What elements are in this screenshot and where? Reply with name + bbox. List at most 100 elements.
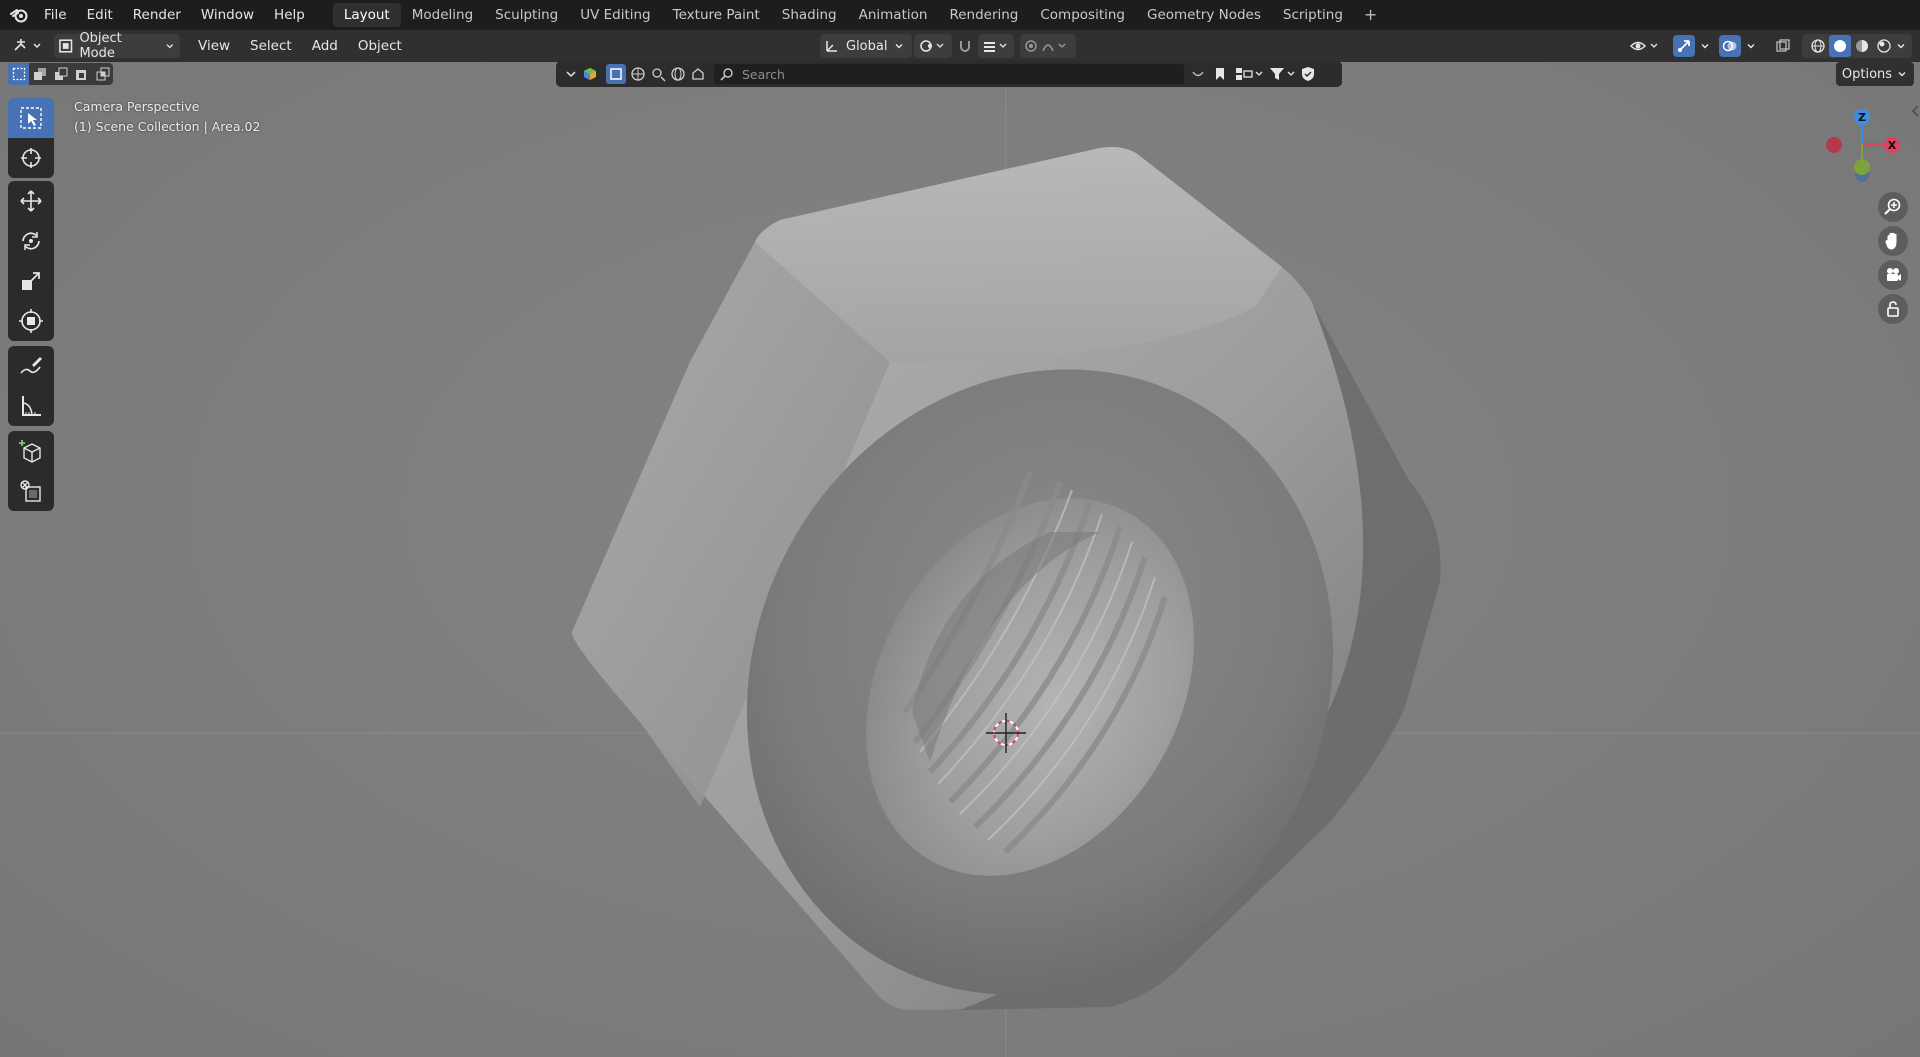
restrict-select-icon[interactable] — [606, 64, 626, 84]
tab-sculpting[interactable]: Sculpting — [484, 3, 569, 27]
overlays-dropdown[interactable] — [1718, 34, 1758, 58]
chevron-down-icon — [166, 44, 174, 49]
light-filter-icon[interactable] — [650, 66, 668, 82]
tab-layout[interactable]: Layout — [332, 3, 401, 27]
shield-icon[interactable] — [1300, 66, 1318, 82]
tab-geometry-nodes[interactable]: Geometry Nodes — [1136, 3, 1272, 27]
axis-y-icon[interactable] — [1854, 159, 1870, 175]
solid-shading-icon[interactable] — [1829, 35, 1851, 57]
gizmo-dropdown[interactable] — [1672, 34, 1712, 58]
wireframe-shading-icon[interactable] — [1807, 38, 1829, 54]
menu-edit[interactable]: Edit — [77, 0, 123, 30]
menu-view[interactable]: View — [188, 34, 240, 58]
bookmark-icon[interactable] — [1212, 66, 1228, 82]
camera-perspective-label: Camera Perspective — [74, 99, 200, 114]
select-subtract-icon[interactable] — [50, 63, 71, 85]
select-intersect-icon[interactable] — [92, 63, 113, 85]
orientation-dropdown[interactable]: Global — [820, 34, 912, 58]
editor-type-icon[interactable] — [10, 34, 46, 58]
tab-texture-paint[interactable]: Texture Paint — [662, 3, 771, 27]
pan-hand-icon[interactable] — [1878, 226, 1908, 256]
add-cube-tool-icon[interactable] — [8, 431, 54, 471]
camera-view-icon[interactable] — [1878, 260, 1908, 290]
gizmo-toggle-icon[interactable] — [1673, 35, 1695, 57]
overlays-toggle-icon[interactable] — [1719, 35, 1741, 57]
tab-compositing[interactable]: Compositing — [1029, 3, 1136, 27]
chevron-down-icon[interactable] — [1895, 40, 1907, 52]
workspace-tabs: Layout Modeling Sculpting UV Editing Tex… — [332, 3, 1388, 27]
tab-rendering[interactable]: Rendering — [938, 3, 1029, 27]
mode-label: Object Mode — [79, 31, 122, 61]
navigation-gizmo[interactable]: Z X — [1812, 104, 1912, 184]
search-input[interactable] — [740, 65, 1174, 83]
filter-funnel-icon[interactable] — [1268, 66, 1298, 82]
mesh-filter-icon[interactable] — [630, 66, 648, 82]
top-menu-bar: File Edit Render Window Help Layout Mode… — [0, 0, 1920, 30]
material-preview-icon[interactable] — [1851, 38, 1873, 54]
cage-tool-icon[interactable] — [8, 471, 54, 511]
chevron-down-icon[interactable] — [564, 67, 578, 81]
measure-tool-icon[interactable] — [8, 386, 54, 426]
cursor-tool-icon[interactable] — [8, 138, 54, 178]
toolbar-transform-group — [8, 181, 54, 341]
snap-toggle-icon[interactable] — [954, 34, 976, 58]
viewport-header: Object Mode View Select Add Object Globa… — [0, 30, 1920, 62]
menu-window[interactable]: Window — [191, 0, 264, 30]
blender-logo-icon[interactable] — [8, 4, 30, 26]
snap-target-dropdown[interactable] — [978, 34, 1014, 58]
toolbar-add-group — [8, 431, 54, 511]
shading-modes — [1802, 34, 1912, 58]
viewport-filter-bar — [556, 61, 1342, 87]
tab-scripting[interactable]: Scripting — [1272, 3, 1354, 27]
lock-camera-icon[interactable] — [1878, 294, 1908, 324]
sort-dropdown-icon[interactable] — [1234, 66, 1264, 82]
menu-object[interactable]: Object — [348, 34, 412, 58]
3d-viewport[interactable] — [0, 62, 1920, 1057]
menu-select[interactable]: Select — [240, 34, 302, 58]
zoom-icon[interactable] — [1878, 192, 1908, 222]
select-extend-icon[interactable] — [29, 63, 50, 85]
move-tool-icon[interactable] — [8, 181, 54, 221]
axis-x-label: X — [1888, 139, 1897, 152]
object-mode-icon — [59, 39, 73, 53]
tab-animation[interactable]: Animation — [848, 3, 939, 27]
menu-help[interactable]: Help — [264, 0, 315, 30]
transform-tool-icon[interactable] — [8, 301, 54, 341]
orientation-label: Global — [846, 38, 888, 54]
axis-z-label: Z — [1858, 111, 1866, 124]
mode-dropdown[interactable]: Object Mode — [54, 31, 180, 61]
rendered-shading-icon[interactable] — [1873, 38, 1895, 54]
add-workspace-icon[interactable]: + — [1354, 3, 1387, 27]
search-field[interactable] — [714, 64, 1184, 84]
tab-uv-editing[interactable]: UV Editing — [569, 3, 661, 27]
options-label: Options — [1841, 66, 1893, 82]
sculpt-filter-icon[interactable] — [690, 66, 708, 82]
select-new-icon[interactable] — [8, 63, 29, 85]
toolbar-select-group — [8, 98, 54, 178]
selection-mode-buttons — [8, 63, 113, 85]
chevron-down-icon — [1898, 72, 1906, 77]
pivot-point-dropdown[interactable] — [914, 34, 952, 58]
visibility-dropdown[interactable] — [1628, 34, 1664, 58]
sidebar-toggle-icon[interactable] — [1910, 104, 1920, 118]
sync-icon[interactable] — [1190, 66, 1206, 82]
axis-neg-x-icon[interactable] — [1826, 137, 1842, 153]
proportional-editing-dropdown[interactable] — [1020, 34, 1076, 58]
rotate-tool-icon[interactable] — [8, 221, 54, 261]
world-filter-icon[interactable] — [670, 66, 688, 82]
collection-label: (1) Scene Collection | Area.02 — [74, 119, 261, 134]
annotate-tool-icon[interactable] — [8, 346, 54, 386]
select-invert-icon[interactable] — [71, 63, 92, 85]
select-box-tool-icon[interactable] — [8, 98, 54, 138]
tab-modeling[interactable]: Modeling — [401, 3, 484, 27]
chevron-down-icon — [895, 44, 903, 49]
xray-toggle-icon[interactable] — [1772, 34, 1794, 58]
tab-shading[interactable]: Shading — [771, 3, 848, 27]
menu-file[interactable]: File — [34, 0, 77, 30]
object-data-icon[interactable] — [582, 66, 598, 82]
axis-orientation-icon — [826, 41, 837, 52]
scale-tool-icon[interactable] — [8, 261, 54, 301]
options-dropdown[interactable]: Options — [1836, 62, 1914, 86]
menu-render[interactable]: Render — [123, 0, 191, 30]
menu-add[interactable]: Add — [302, 34, 348, 58]
